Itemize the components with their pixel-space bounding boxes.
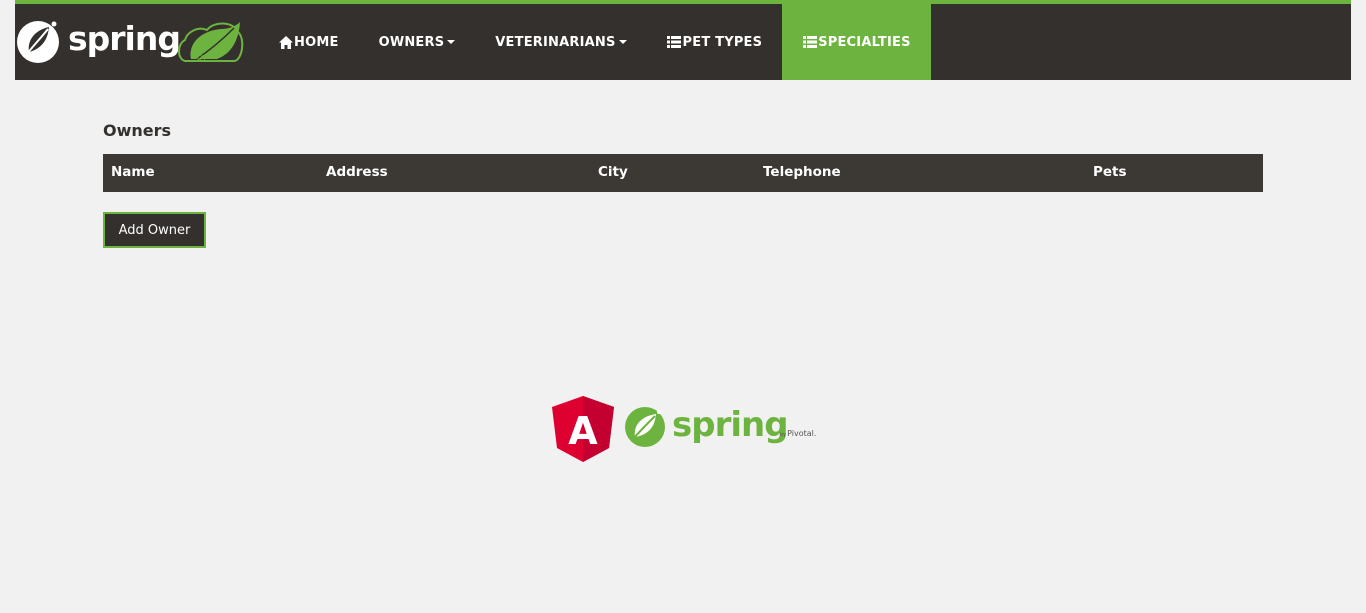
pivotal-text: Pivotal. — [787, 429, 817, 438]
svg-text:A: A — [568, 409, 598, 453]
nav-home-label: HOME — [294, 34, 339, 50]
pivotal-logo: byPivotal. — [780, 429, 816, 438]
nav-pet-types-label: PET TYPES — [682, 34, 763, 50]
caret-down-icon — [447, 40, 456, 44]
column-header-city: City — [598, 164, 628, 180]
list-icon — [802, 35, 817, 49]
column-header-name: Name — [111, 164, 155, 180]
footer-logos: A spring byPivotal. — [552, 396, 832, 466]
spring-logo-icon: spring DT — [17, 19, 244, 63]
nav-veterinarians[interactable]: VETERINARIANS — [475, 4, 646, 80]
spring-leaf-icon — [625, 407, 665, 447]
main-nav: HOME OWNERS VETERINARIANS PET TYPES SPEC… — [258, 4, 931, 80]
add-owner-button[interactable]: Add Owner — [103, 212, 206, 248]
nav-owners[interactable]: OWNERS — [359, 4, 476, 80]
navbar: spring DT HOME OWNERS VETERINARIANS PET … — [15, 0, 1351, 80]
column-header-address: Address — [326, 164, 388, 180]
nav-owners-label: OWNERS — [378, 34, 445, 50]
nav-specialties-label: SPECIALTIES — [818, 34, 911, 50]
angular-logo-icon: A — [552, 396, 614, 462]
page-title: Owners — [103, 121, 172, 140]
list-icon — [667, 35, 682, 49]
owners-table-header: Name Address City Telephone Pets — [103, 154, 1263, 192]
svg-text:DT: DT — [197, 54, 207, 62]
svg-text:spring: spring — [68, 19, 180, 58]
caret-down-icon — [618, 40, 627, 44]
nav-home[interactable]: HOME — [258, 4, 359, 80]
spring-footer-wordmark: spring — [672, 405, 789, 445]
column-header-pets: Pets — [1093, 164, 1127, 180]
spring-brand-logo[interactable]: spring DT — [15, 12, 245, 68]
home-icon — [278, 35, 293, 49]
column-header-telephone: Telephone — [763, 164, 841, 180]
by-text: by — [780, 432, 787, 438]
nav-veterinarians-label: VETERINARIANS — [495, 34, 616, 50]
nav-specialties[interactable]: SPECIALTIES — [782, 4, 931, 80]
nav-pet-types[interactable]: PET TYPES — [647, 4, 783, 80]
